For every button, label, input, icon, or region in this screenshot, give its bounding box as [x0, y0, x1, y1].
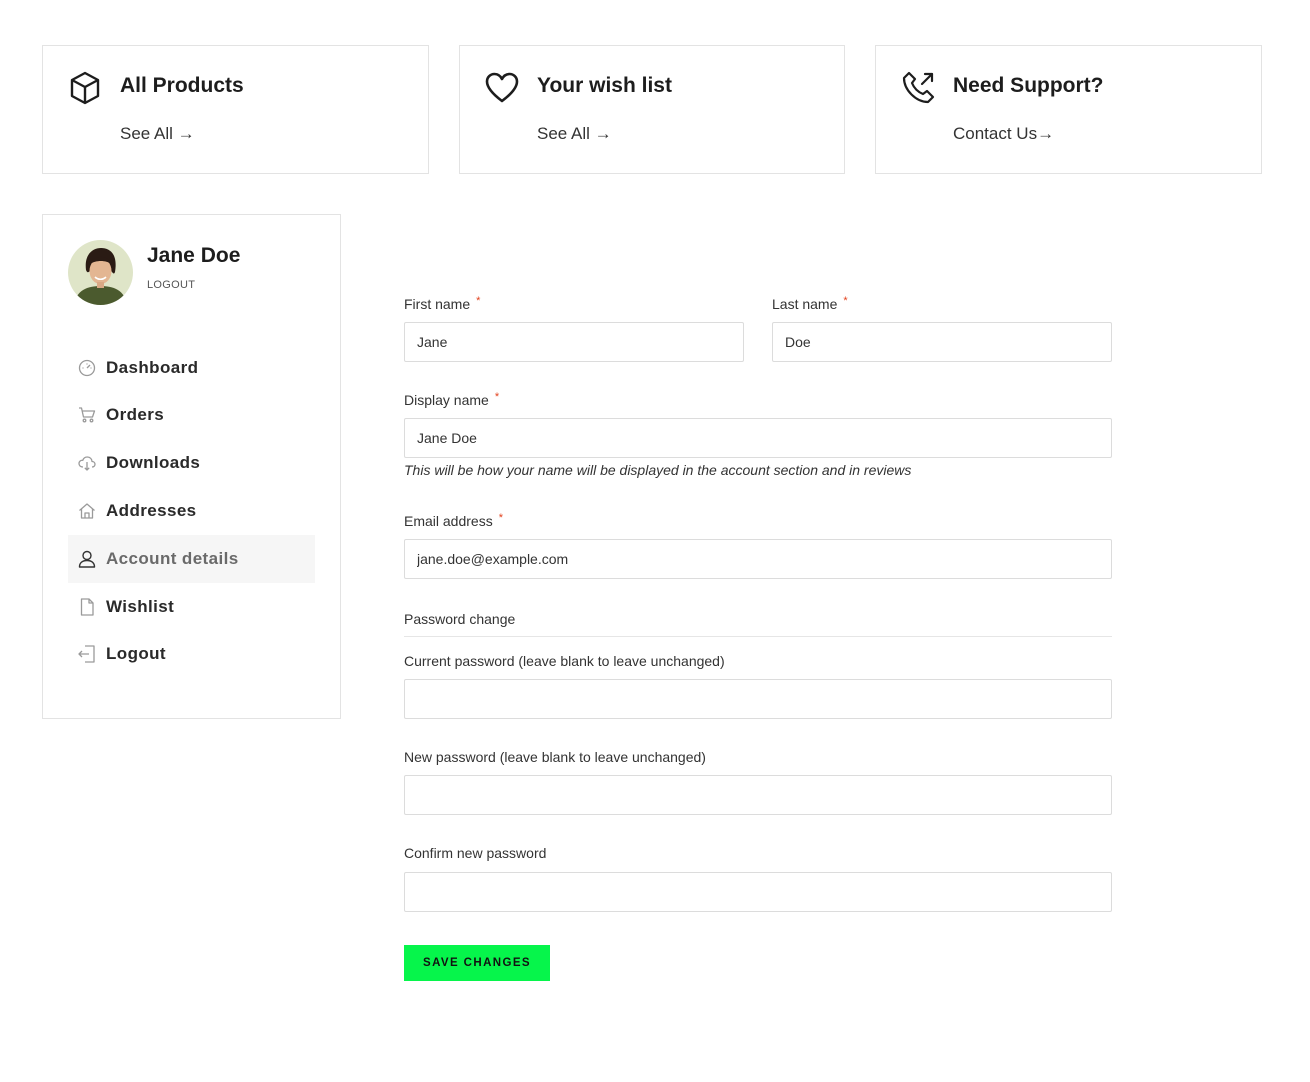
contact-us-link[interactable]: Contact Us→: [953, 124, 1054, 144]
last-name-input[interactable]: [772, 322, 1112, 362]
logout-icon: [78, 645, 96, 663]
display-name-input[interactable]: [404, 418, 1112, 458]
nav-label: Account details: [106, 549, 239, 568]
nav-label: Orders: [106, 405, 165, 424]
required-marker: *: [843, 295, 848, 307]
dashboard-icon: [78, 359, 96, 377]
phone-icon: [900, 70, 936, 106]
account-sidebar: Jane Doe LOGOUT Dashboard Orders Downloa…: [42, 214, 341, 719]
nav-item-dashboard[interactable]: Dashboard: [68, 344, 315, 392]
first-name-label: First name *: [404, 295, 481, 312]
user-icon: [78, 550, 96, 568]
nav-label: Wishlist: [106, 597, 175, 616]
home-icon: [78, 502, 96, 520]
cloud-download-icon: [78, 454, 96, 472]
email-input[interactable]: [404, 539, 1112, 579]
email-label: Email address *: [404, 512, 503, 529]
see-all-link[interactable]: See All →: [120, 124, 195, 144]
required-marker: *: [476, 295, 481, 307]
save-changes-button[interactable]: SAVE CHANGES: [404, 945, 550, 981]
password-change-heading: Password change: [404, 611, 516, 627]
file-icon: [78, 598, 96, 616]
nav-label: Addresses: [106, 501, 197, 520]
current-password-input[interactable]: [404, 679, 1112, 719]
heart-icon: [484, 70, 520, 106]
card-title: All Products: [120, 74, 244, 97]
nav-item-addresses[interactable]: Addresses: [68, 487, 315, 535]
nav-item-downloads[interactable]: Downloads: [68, 439, 315, 487]
nav-label: Downloads: [106, 453, 201, 472]
cart-icon: [78, 406, 96, 424]
card-wish-list: Your wish list See All →: [459, 45, 845, 174]
avatar: [68, 240, 133, 305]
logout-link[interactable]: LOGOUT: [147, 279, 195, 291]
confirm-password-label: Confirm new password: [404, 845, 547, 861]
confirm-password-input[interactable]: [404, 872, 1112, 912]
first-name-input[interactable]: [404, 322, 744, 362]
see-all-link[interactable]: See All →: [537, 124, 612, 144]
nav-item-account-details[interactable]: Account details: [68, 535, 315, 583]
card-title: Your wish list: [537, 74, 672, 97]
display-name-label: Display name *: [404, 391, 500, 408]
card-support: Need Support? Contact Us→: [875, 45, 1262, 174]
card-title: Need Support?: [953, 74, 1104, 97]
new-password-label: New password (leave blank to leave uncha…: [404, 749, 706, 765]
divider: [404, 636, 1112, 637]
nav-label: Logout: [106, 644, 166, 663]
display-name-help: This will be how your name will be displ…: [404, 462, 912, 478]
last-name-label: Last name *: [772, 295, 848, 312]
current-password-label: Current password (leave blank to leave u…: [404, 653, 725, 669]
card-all-products: All Products See All →: [42, 45, 429, 174]
nav-item-logout[interactable]: Logout: [68, 630, 315, 678]
required-marker: *: [494, 391, 500, 403]
nav-label: Dashboard: [106, 358, 199, 377]
user-name: Jane Doe: [147, 244, 241, 267]
box-icon: [67, 70, 103, 106]
required-marker: *: [498, 512, 503, 524]
new-password-input[interactable]: [404, 775, 1112, 815]
nav-item-orders[interactable]: Orders: [68, 391, 315, 439]
nav-item-wishlist[interactable]: Wishlist: [68, 583, 315, 631]
